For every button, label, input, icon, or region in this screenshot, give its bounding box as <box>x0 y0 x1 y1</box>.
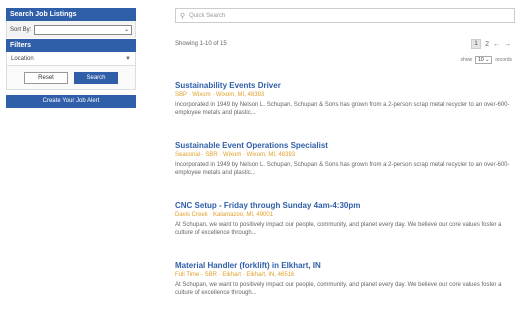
sort-select[interactable]: ⌄ <box>34 24 132 35</box>
job-listing: CNC Setup - Friday through Sunday 4am-4:… <box>175 201 510 237</box>
job-meta: Seasonal · SBR · Wixom · Wixom, MI, 4839… <box>175 152 296 158</box>
per-page-control: show 10 ⌄ records <box>175 56 515 64</box>
show-label: show <box>460 57 473 63</box>
chevron-down-icon: ⌄ <box>485 57 490 63</box>
job-meta: Full Time · SBR · Elkhart · Elkhart, IN,… <box>175 272 295 278</box>
quick-search-input[interactable]: ⚲ Quick Search <box>175 8 515 23</box>
location-label: Location <box>11 55 34 62</box>
arrow-left-icon[interactable]: ← <box>493 41 500 48</box>
job-title-link[interactable]: Sustainable Event Operations Specialist <box>175 141 510 150</box>
reset-button[interactable]: Reset <box>24 72 68 84</box>
pagination: 1 2 ← → <box>471 39 511 49</box>
location-filter[interactable]: Location ▼ <box>6 52 136 66</box>
caret-down-icon: ▼ <box>125 55 131 62</box>
job-title-link[interactable]: Material Handler (forklift) in Elkhart, … <box>175 261 510 270</box>
sidebar: Search Job Listings Sort By: ⌄ Filters L… <box>6 8 136 108</box>
chevron-down-icon: ⌄ <box>123 26 129 33</box>
main-content: ⚲ Quick Search Showing 1-10 of 15 1 2 ← … <box>175 8 515 296</box>
arrow-right-icon[interactable]: → <box>504 41 511 48</box>
filter-buttons: Reset Search <box>6 66 136 90</box>
search-listings-header: Search Job Listings <box>6 8 136 21</box>
search-icon: ⚲ <box>180 12 186 20</box>
job-meta: SBP · Wixom · Wixom, MI, 48393 <box>175 92 265 98</box>
per-page-value: 10 <box>478 57 484 63</box>
filters-header: Filters <box>6 39 136 52</box>
records-label: records <box>495 57 512 63</box>
job-title-link[interactable]: Sustainability Events Driver <box>175 81 510 90</box>
job-description: Incorporated in 1949 by Nelson L. Schupa… <box>175 162 510 176</box>
results-count: Showing 1-10 of 15 <box>175 41 227 47</box>
results-bar: Showing 1-10 of 15 1 2 ← → <box>175 38 515 50</box>
sort-label: Sort By: <box>10 26 32 33</box>
search-button[interactable]: Search <box>74 72 118 84</box>
sort-row: Sort By: ⌄ <box>6 21 136 38</box>
page-1-button[interactable]: 1 <box>471 39 482 49</box>
per-page-select[interactable]: 10 ⌄ <box>475 56 493 64</box>
job-listing: Material Handler (forklift) in Elkhart, … <box>175 261 510 297</box>
job-description: At Schupan, we want to positively impact… <box>175 282 502 296</box>
page-2-button[interactable]: 2 <box>485 41 489 48</box>
job-description: At Schupan, we want to positively impact… <box>175 222 502 236</box>
job-meta: Davis Creek · Kalamazoo, MI, 49001 <box>175 212 274 218</box>
create-job-alert-button[interactable]: Create Your Job Alert <box>6 95 136 108</box>
job-description: Incorporated in 1949 by Nelson L. Schupa… <box>175 102 510 116</box>
job-title-link[interactable]: CNC Setup - Friday through Sunday 4am-4:… <box>175 201 510 210</box>
quick-search-placeholder: Quick Search <box>189 12 226 19</box>
job-listing: Sustainability Events Driver SBP · Wixom… <box>175 81 510 117</box>
job-listing: Sustainable Event Operations Specialist … <box>175 141 510 177</box>
